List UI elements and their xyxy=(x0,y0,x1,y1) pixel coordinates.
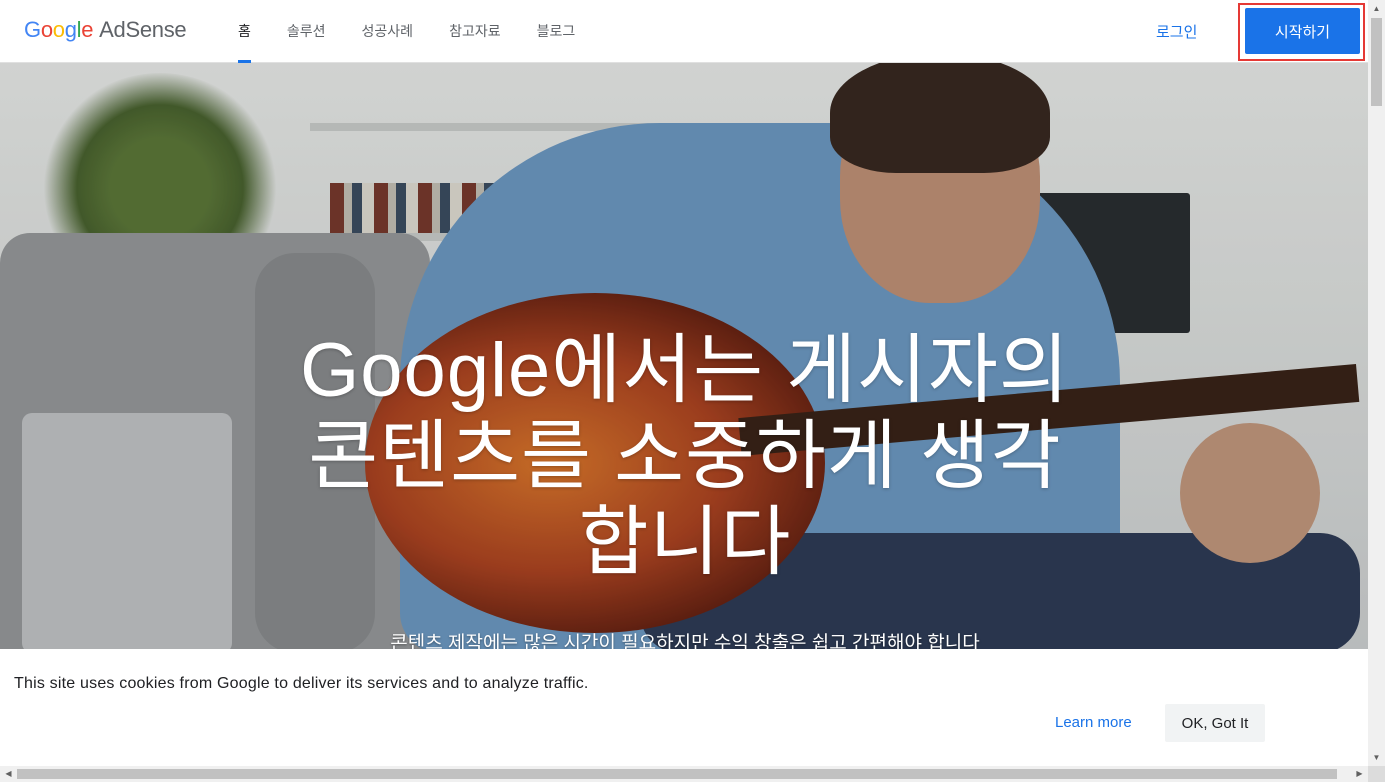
get-started-button[interactable]: 시작하기 xyxy=(1245,8,1360,54)
logo-letter: o xyxy=(52,17,65,42)
horizontal-scroll-thumb[interactable] xyxy=(17,769,1337,779)
vertical-scroll-thumb[interactable] xyxy=(1371,18,1382,106)
hero-subtitle: 콘텐츠 제작에는 많은 시간이 필요하지만 수익 창출은 쉽고 간편해야 합니다 xyxy=(390,633,980,649)
scroll-down-arrow-icon[interactable]: ▼ xyxy=(1368,749,1385,766)
horizontal-scrollbar[interactable]: ◀ ▶ xyxy=(0,766,1368,782)
scroll-up-arrow-icon[interactable]: ▲ xyxy=(1368,0,1385,17)
scrollbar-corner xyxy=(1368,766,1385,782)
nav-item-solutions[interactable]: 솔루션 xyxy=(269,0,344,63)
scroll-right-arrow-icon[interactable]: ▶ xyxy=(1351,766,1368,782)
ok-got-it-button[interactable]: OK, Got It xyxy=(1165,704,1265,742)
google-adsense-logo[interactable]: Google AdSense xyxy=(24,17,187,43)
nav-item-blog[interactable]: 블로그 xyxy=(519,0,594,63)
nav-item-home[interactable]: 홈 xyxy=(220,0,269,63)
learn-more-link[interactable]: Learn more xyxy=(1055,714,1132,731)
scroll-left-arrow-icon[interactable]: ◀ xyxy=(0,766,17,782)
cookie-message: This site uses cookies from Google to de… xyxy=(14,675,589,692)
main-nav: 홈 솔루션 성공사례 참고자료 블로그 xyxy=(220,0,593,63)
logo-product-name: AdSense xyxy=(99,17,187,42)
login-link[interactable]: 로그인 xyxy=(1156,21,1197,42)
top-header: Google AdSense 홈 솔루션 성공사례 참고자료 블로그 로그인 시작… xyxy=(0,0,1368,63)
cookie-consent-bar: This site uses cookies from Google to de… xyxy=(0,649,1368,766)
logo-letter: e xyxy=(81,17,94,42)
logo-letter: o xyxy=(40,17,53,42)
hero-banner: Google에서는 게시자의 콘텐츠를 소중하게 생각합니다 콘텐츠 제작에는 … xyxy=(0,63,1368,649)
nav-item-resources[interactable]: 참고자료 xyxy=(431,0,519,63)
vertical-scrollbar[interactable]: ▲ ▼ xyxy=(1368,0,1385,766)
nav-item-success-stories[interactable]: 성공사례 xyxy=(344,0,432,63)
logo-letter: g xyxy=(64,17,77,42)
logo-letter: G xyxy=(24,17,41,42)
hero-title: Google에서는 게시자의 콘텐츠를 소중하게 생각합니다 xyxy=(300,328,1070,585)
